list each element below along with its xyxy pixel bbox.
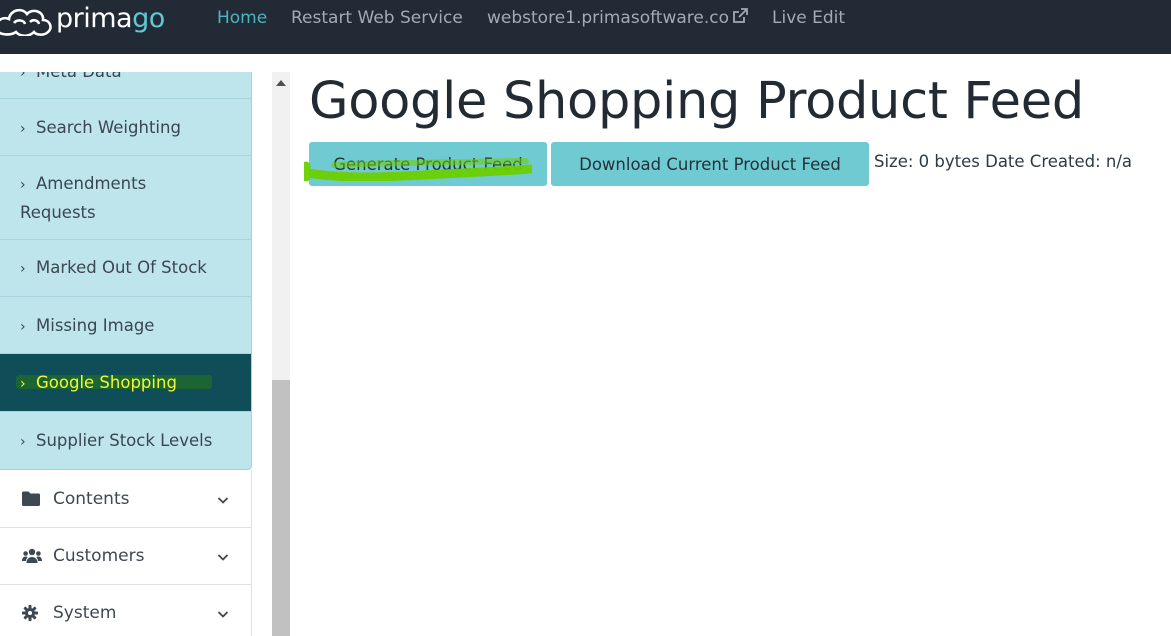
folder-icon (22, 490, 42, 508)
nav-live-edit-link[interactable]: Live Edit (772, 7, 845, 29)
chevron-right-icon: › (20, 376, 26, 392)
chevron-right-icon: › (20, 121, 26, 137)
nav-webstore-link[interactable]: webstore1.primasoftware.co (487, 7, 749, 30)
sidebar-item-label: Supplier Stock Levels (36, 431, 213, 450)
sidebar-item-label: Google Shopping (36, 373, 177, 392)
chevron-right-icon: › (20, 261, 26, 277)
feed-size-info: Size: 0 bytes Date Created: n/a (874, 152, 1133, 171)
nav-home-link[interactable]: Home (217, 7, 267, 29)
scroll-up-arrow-icon[interactable] (276, 80, 286, 86)
sidebar-item-label: System (53, 603, 117, 623)
sidebar-item-label: Customers (53, 546, 145, 566)
scrollbar-thumb[interactable] (272, 380, 290, 636)
brand-logo[interactable]: primago (0, 2, 165, 36)
page-title: Google Shopping Product Feed (309, 72, 1084, 131)
gear-icon (22, 604, 42, 622)
chevron-right-icon: › (20, 434, 26, 450)
sidebar-item-label: Amendments Requests (20, 174, 147, 222)
sidebar-item-missing-image[interactable]: › Missing Image (0, 297, 252, 354)
cloud-logo-icon (0, 2, 52, 36)
sidebar-item-system[interactable]: System (0, 585, 252, 636)
chevron-right-icon: › (20, 177, 26, 193)
download-current-product-feed-button[interactable]: Download Current Product Feed (551, 142, 869, 186)
sidebar-item-label: Search Weighting (36, 118, 181, 137)
brand-name: primago (56, 3, 165, 34)
sidebar-item-label: Missing Image (36, 316, 155, 335)
sidebar-item-marked-out-of-stock[interactable]: › Marked Out Of Stock (0, 240, 252, 297)
sidebar-item-meta-data[interactable]: › Meta Data (0, 72, 252, 99)
nav-restart-web-service-link[interactable]: Restart Web Service (291, 7, 463, 29)
sidebar-item-amendments-requests[interactable]: › Amendments Requests (0, 156, 252, 240)
users-icon (22, 547, 42, 565)
sidebar-scrollbar[interactable] (272, 72, 290, 636)
chevron-down-icon (217, 605, 229, 625)
sidebar-item-contents[interactable]: Contents (0, 470, 252, 528)
generate-product-feed-button[interactable]: Generate Product Feed (309, 142, 547, 186)
sidebar-item-customers[interactable]: Customers (0, 528, 252, 585)
chevron-down-icon (217, 548, 229, 568)
top-navbar: primago Home Restart Web Service webstor… (0, 0, 1171, 54)
sidebar-item-label: Contents (53, 488, 130, 509)
sidebar-item-google-shopping[interactable]: › Google Shopping (0, 354, 252, 412)
external-link-icon (732, 8, 749, 30)
sidebar-item-label: Marked Out Of Stock (36, 258, 207, 277)
chevron-right-icon: › (20, 319, 26, 335)
sidebar-item-supplier-stock-levels[interactable]: › Supplier Stock Levels (0, 412, 252, 470)
sidebar: ›Meta Data ›Search Weighting ›Amendments… (0, 72, 252, 636)
nav-webstore-label: webstore1.primasoftware.co (487, 8, 730, 28)
chevron-down-icon (217, 491, 229, 511)
chevron-right-icon: › (20, 72, 26, 81)
sidebar-item-label: Meta Data (36, 72, 122, 81)
sidebar-item-search-weighting[interactable]: › Search Weighting (0, 99, 252, 156)
